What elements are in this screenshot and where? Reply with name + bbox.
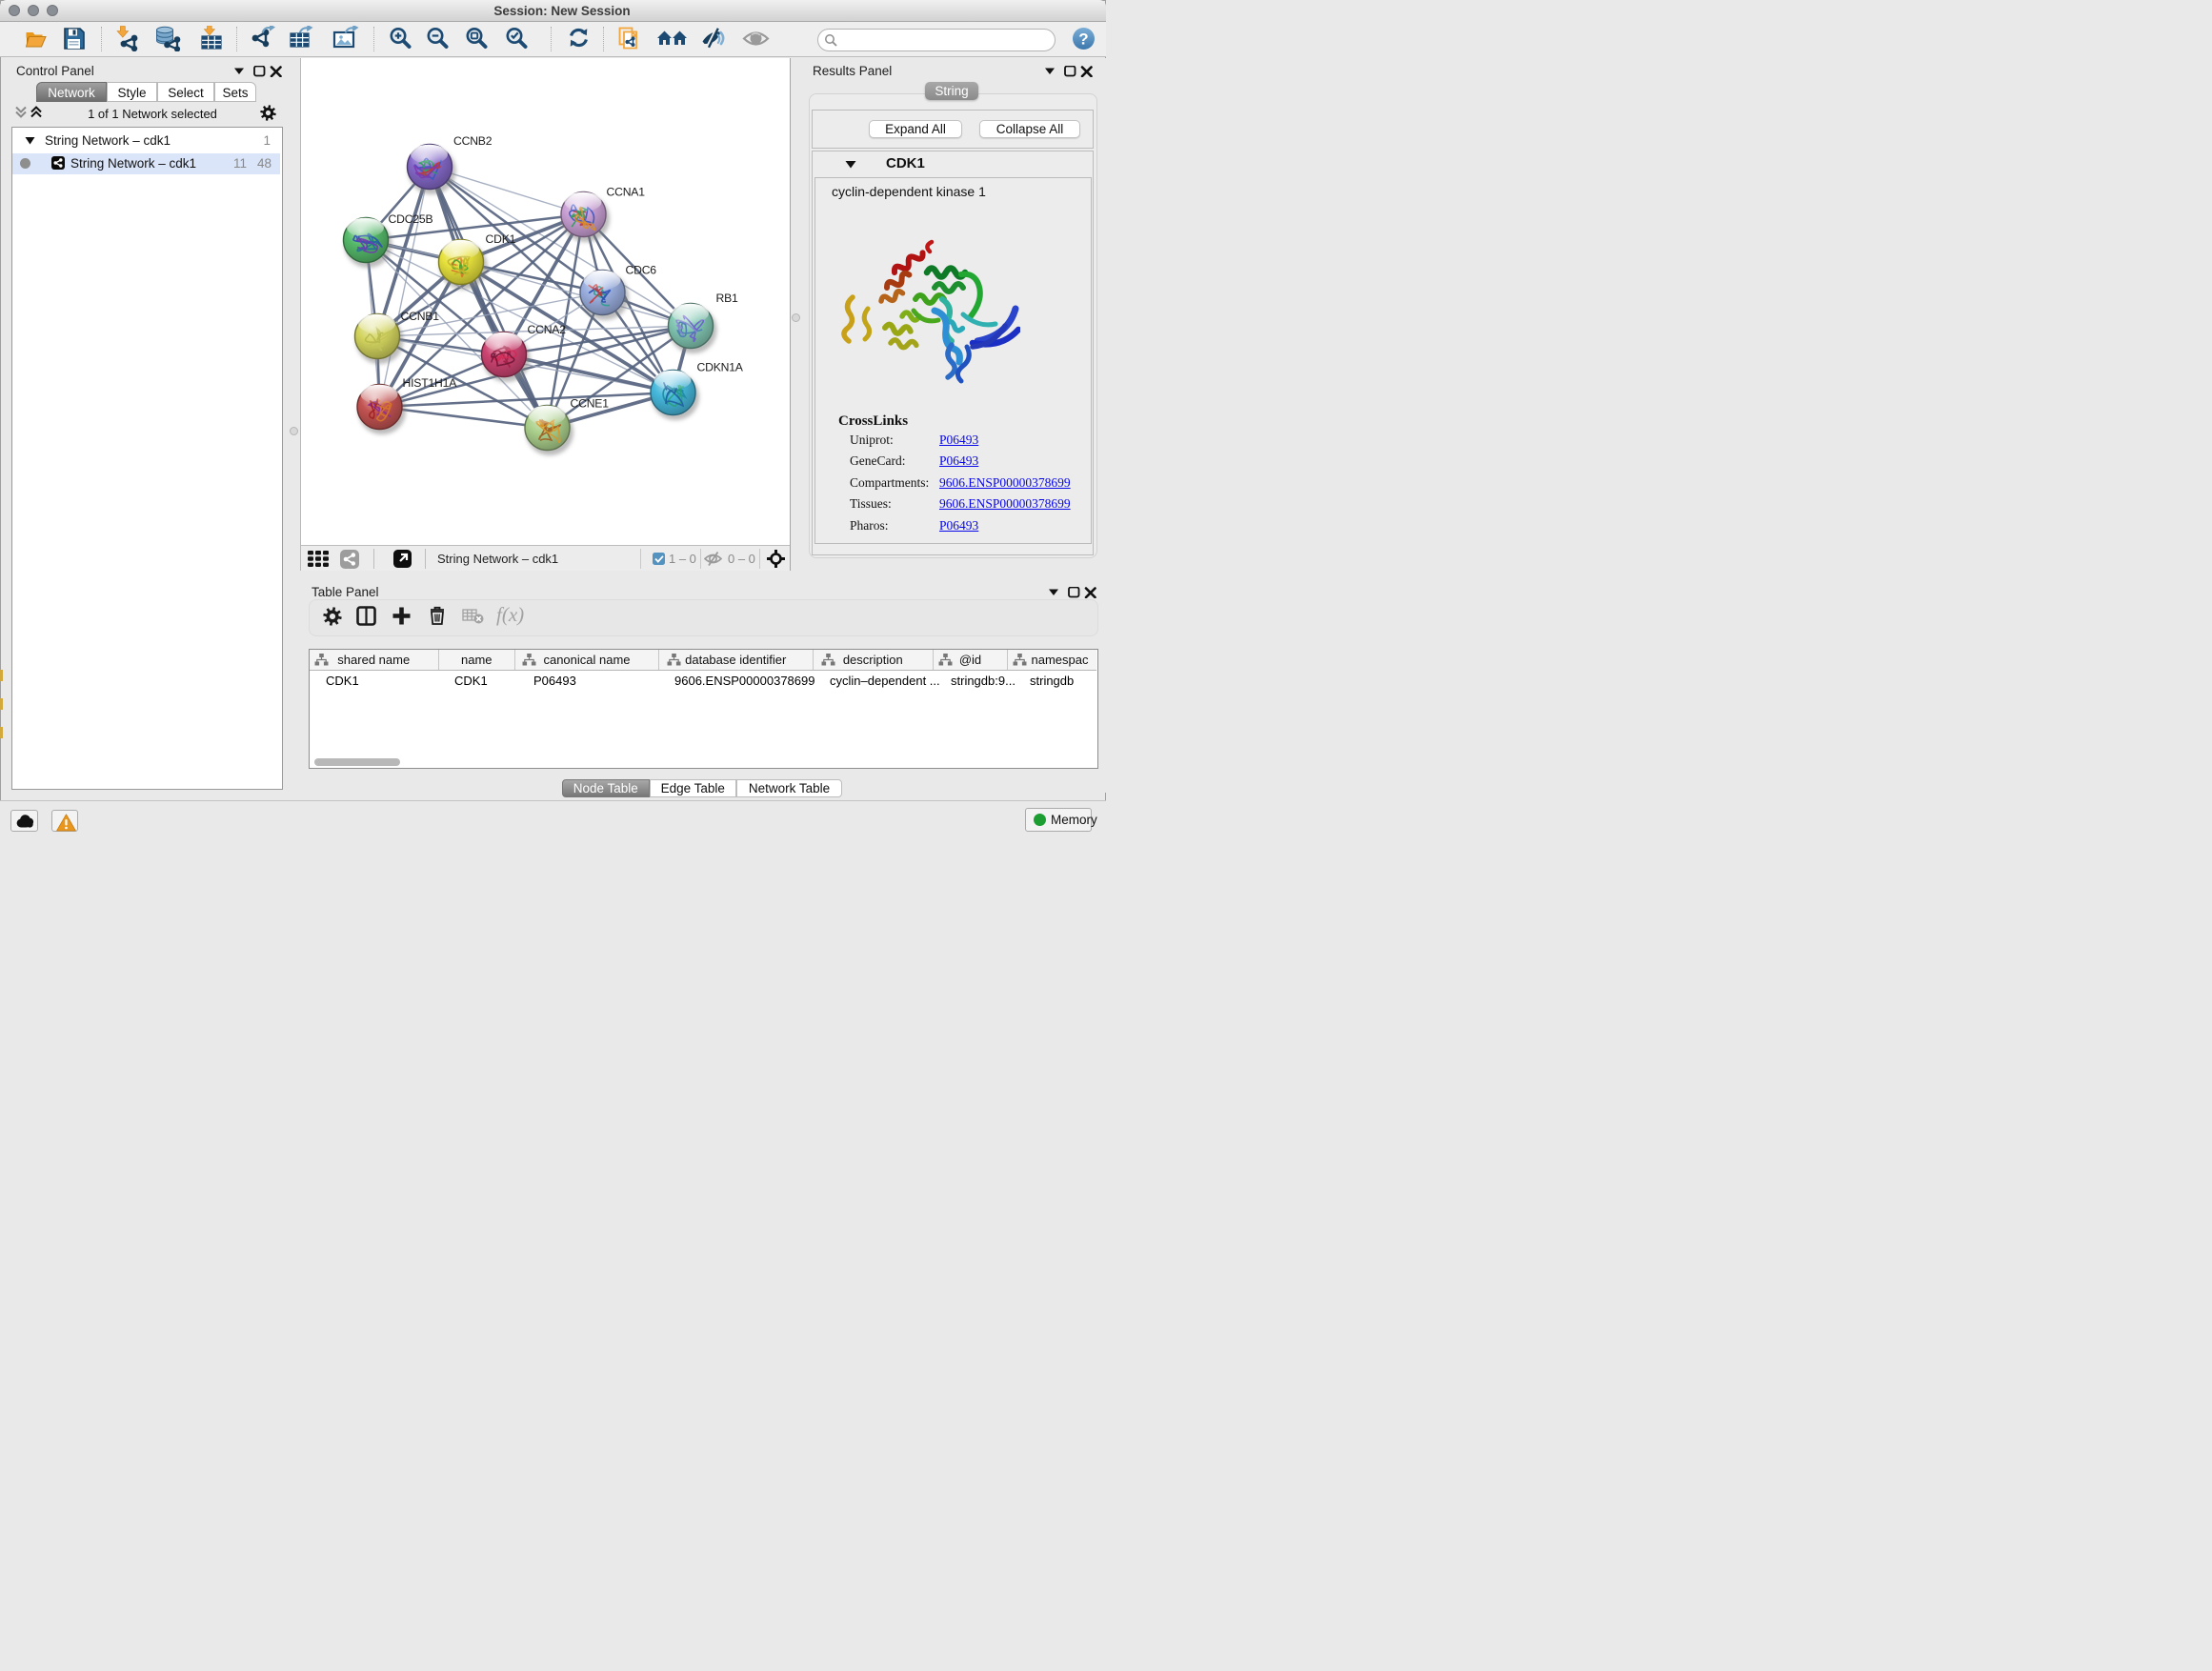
- svg-text:?: ?: [1078, 30, 1088, 49]
- svg-text:CCNE1: CCNE1: [571, 397, 610, 411]
- svg-text:CCNB2: CCNB2: [453, 134, 493, 148]
- svg-text:HIST1H1A: HIST1H1A: [403, 376, 458, 390]
- svg-text:RB1: RB1: [716, 292, 739, 305]
- svg-text:CCNA1: CCNA1: [607, 186, 646, 199]
- svg-text:CCNB1: CCNB1: [401, 310, 440, 323]
- svg-text:CCNA2: CCNA2: [528, 323, 567, 336]
- svg-text:CDKN1A: CDKN1A: [697, 361, 744, 374]
- svg-text:CDC25B: CDC25B: [389, 212, 433, 226]
- svg-text:CDK1: CDK1: [486, 232, 516, 246]
- svg-text:CDC6: CDC6: [626, 264, 657, 277]
